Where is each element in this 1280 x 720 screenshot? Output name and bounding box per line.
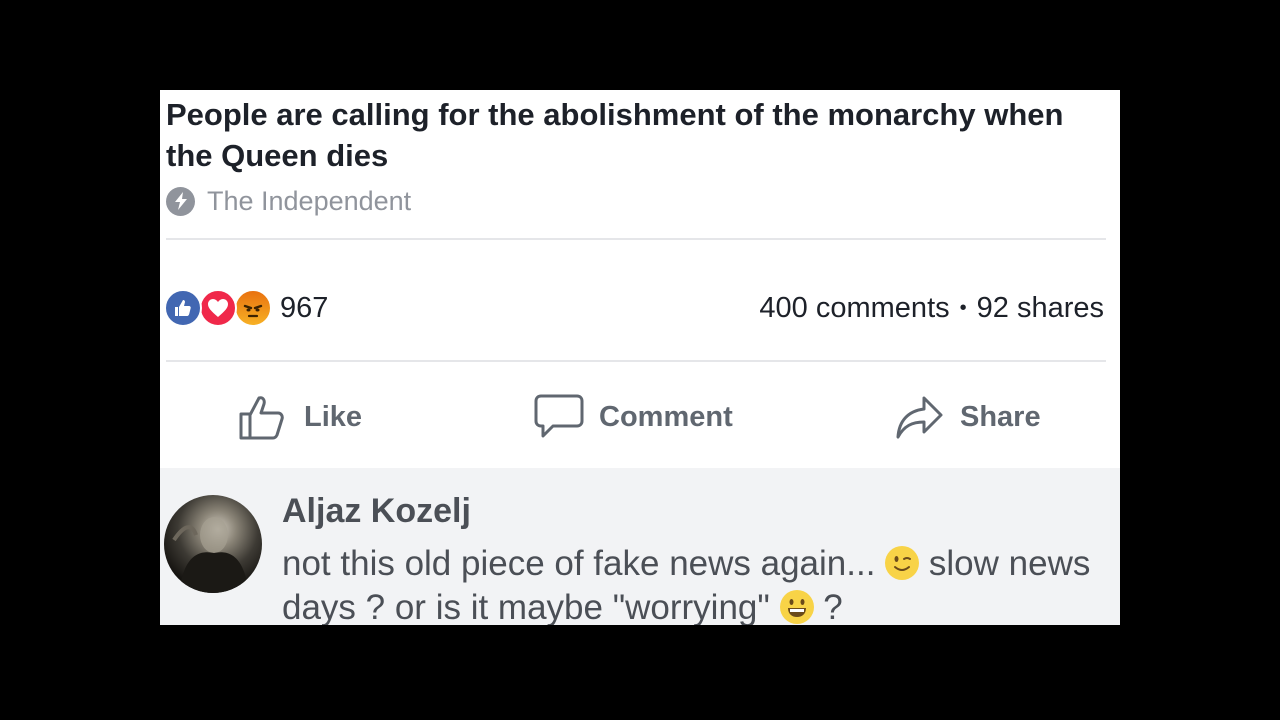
comment-text-part3: ? — [823, 588, 843, 625]
like-label: Like — [304, 400, 363, 433]
separator-dot: • — [959, 296, 967, 319]
commenter-name[interactable]: Aljaz Kozelj — [282, 492, 471, 531]
comment-button[interactable]: Comment — [533, 388, 733, 446]
post-source[interactable]: The Independent — [166, 186, 411, 216]
comment-text-part1: not this old piece of fake news again... — [282, 544, 876, 583]
comment-label: Comment — [599, 400, 733, 433]
comments-count[interactable]: 400 comments — [759, 292, 949, 325]
source-name: The Independent — [207, 185, 412, 216]
shares-count[interactable]: 92 shares — [977, 292, 1104, 325]
avatar[interactable] — [164, 495, 262, 593]
grin-emoji-icon — [779, 590, 814, 624]
angry-reaction-icon — [234, 289, 272, 327]
thumbs-up-icon — [239, 396, 284, 440]
like-button[interactable]: Like — [238, 388, 362, 446]
engagement-stats: 400 comments • 92 shares — [759, 288, 1104, 328]
reaction-count: 967 — [280, 291, 329, 324]
speech-bubble-icon — [534, 394, 584, 438]
reactions-summary[interactable]: 967 — [164, 288, 328, 328]
like-reaction-icon — [164, 289, 202, 327]
divider — [166, 360, 1106, 362]
post-card: People are calling for the abolishment o… — [160, 90, 1120, 625]
comment-text: not this old piece of fake news again...… — [282, 542, 1102, 625]
post-headline[interactable]: People are calling for the abolishment o… — [166, 94, 1111, 176]
lightning-bolt-icon — [166, 186, 195, 216]
share-label: Share — [960, 400, 1041, 433]
divider — [166, 238, 1106, 240]
wink-emoji-icon — [885, 546, 920, 580]
share-arrow-icon — [896, 396, 943, 439]
post-actions: Like Comment Share — [160, 366, 1120, 466]
love-reaction-icon — [199, 289, 237, 327]
share-button[interactable]: Share — [894, 388, 1041, 446]
comment-section: Aljaz Kozelj not this old piece of fake … — [160, 468, 1120, 625]
